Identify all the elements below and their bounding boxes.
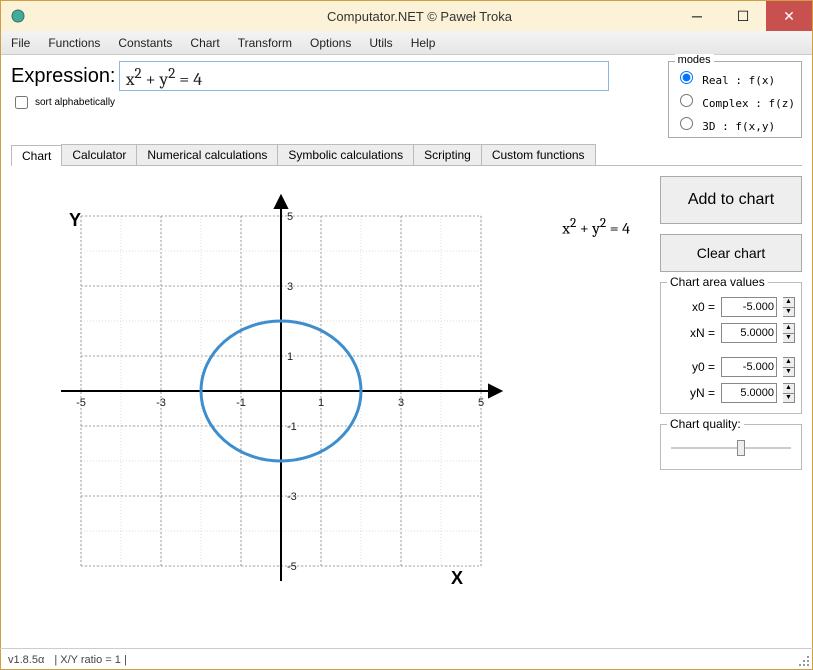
tab-strip: Chart Calculator Numerical calculations … [11,144,802,166]
svg-text:X: X [451,568,463,588]
y0-spinner[interactable]: ▲▼ [783,357,795,377]
menu-functions[interactable]: Functions [48,36,100,50]
titlebar: Computator.NET © Paweł Troka ─ ☐ ✕ [1,1,812,31]
mode-3d[interactable]: 3D : f(x,y) [675,114,795,133]
menu-constants[interactable]: Constants [118,36,172,50]
svg-text:3: 3 [287,281,293,293]
chart-quality-slider[interactable] [667,437,795,459]
expression-label: Expression: [11,65,116,88]
svg-text:-5: -5 [287,561,297,573]
chart-canvas[interactable]: -5 -3 -1 1 3 5 5 3 1 -1 -3 -5 Y X x2 + y2 = 4 [11,176,650,636]
menu-utils[interactable]: Utils [369,36,392,50]
menu-help[interactable]: Help [411,36,436,50]
menu-file[interactable]: File [11,36,30,50]
tab-scripting[interactable]: Scripting [413,144,482,165]
x0-spinner[interactable]: ▲▼ [783,297,795,317]
svg-text:-3: -3 [156,397,166,409]
y0-input[interactable] [721,357,777,377]
yN-spinner[interactable]: ▲▼ [783,383,795,403]
resize-grip-icon[interactable] [797,654,811,668]
x0-label: x0 = [692,300,715,314]
add-to-chart-button[interactable]: Add to chart [660,176,802,224]
chart-quality-legend: Chart quality: [667,417,744,431]
svg-text:-1: -1 [287,421,297,433]
chart-area-legend: Chart area values [667,275,768,289]
xN-input[interactable] [721,323,777,343]
modes-legend: modes [675,54,714,66]
yN-label: yN = [690,386,715,400]
expression-area: Expression: x2 + y2 = 4 sort alphabetica… [11,61,658,138]
chart-svg: -5 -3 -1 1 3 5 5 3 1 -1 -3 -5 Y X [11,176,631,606]
svg-text:1: 1 [318,397,324,409]
chart-equation-label: x2 + y2 = 4 [562,216,630,237]
expression-input[interactable]: x2 + y2 = 4 [119,61,609,91]
svg-text:1: 1 [287,351,293,363]
svg-text:-3: -3 [287,491,297,503]
clear-chart-button[interactable]: Clear chart [660,234,802,272]
sort-alpha-checkbox[interactable] [15,96,28,109]
x0-input[interactable] [721,297,777,317]
svg-text:Y: Y [69,210,81,230]
svg-text:5: 5 [287,211,293,223]
xN-label: xN = [690,326,715,340]
tab-calculator[interactable]: Calculator [61,144,137,165]
statusbar: v1.8.5α | X/Y ratio = 1 | [0,648,813,670]
tab-chart[interactable]: Chart [11,145,62,166]
svg-text:5: 5 [478,397,484,409]
tab-symbolic[interactable]: Symbolic calculations [277,144,414,165]
chart-quality-group: Chart quality: [660,424,802,470]
mode-real[interactable]: Real : f(x) [675,68,795,87]
menu-transform[interactable]: Transform [238,36,292,50]
tab-custom-functions[interactable]: Custom functions [481,144,596,165]
window-controls: ─ ☐ ✕ [674,1,812,31]
svg-text:-1: -1 [236,397,246,409]
y0-label: y0 = [692,360,715,374]
chart-area-values-group: Chart area values x0 = ▲▼ xN = ▲▼ y0 = ▲… [660,282,802,414]
svg-text:-5: -5 [76,397,86,409]
xN-spinner[interactable]: ▲▼ [783,323,795,343]
sort-alpha-label: sort alphabetically [35,97,115,108]
yN-input[interactable] [721,383,777,403]
modes-group: modes Real : f(x) Complex : f(z) 3D : f(… [668,61,802,138]
status-ratio: | X/Y ratio = 1 | [54,654,126,666]
close-button[interactable]: ✕ [766,1,812,31]
menu-options[interactable]: Options [310,36,351,50]
menubar: File Functions Constants Chart Transform… [1,31,812,55]
tab-numerical[interactable]: Numerical calculations [136,144,278,165]
app-icon [9,7,27,25]
svg-text:3: 3 [398,397,404,409]
mode-complex[interactable]: Complex : f(z) [675,91,795,110]
menu-chart[interactable]: Chart [190,36,219,50]
minimize-button[interactable]: ─ [674,1,720,31]
maximize-button[interactable]: ☐ [720,1,766,31]
status-version: v1.8.5α [8,654,44,666]
